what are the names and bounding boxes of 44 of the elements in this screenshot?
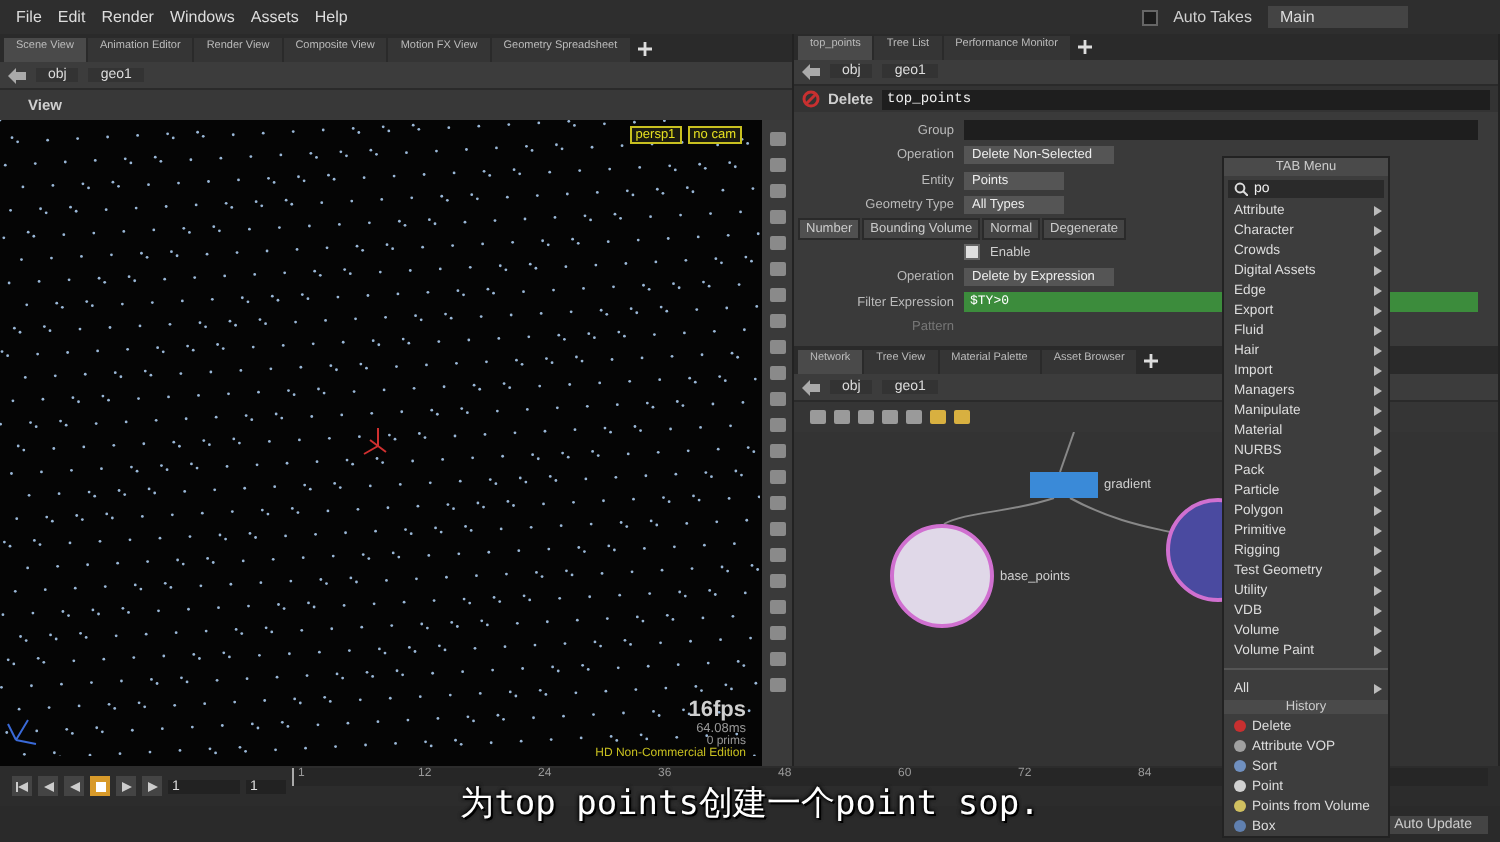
fps-readout: 16fps (688, 697, 746, 722)
node[interactable] (890, 524, 994, 628)
menu-item[interactable]: File (16, 8, 42, 26)
node-icon (1234, 820, 1246, 833)
playback-button[interactable] (12, 776, 32, 796)
playback-button[interactable] (116, 776, 136, 796)
menu-item[interactable]: Render (101, 8, 154, 26)
take-dropdown[interactable]: Main (1268, 6, 1408, 28)
triangle-icon (43, 781, 53, 791)
playback-button[interactable] (142, 776, 162, 796)
stop-square-icon (95, 781, 105, 791)
subtitle-caption: 为top points创建一个point sop. (460, 784, 1040, 824)
add-tab-icon[interactable] (1077, 39, 1092, 54)
back-arrow-icon[interactable] (802, 379, 820, 395)
wire (943, 497, 1055, 525)
enable-checkbox[interactable] (964, 244, 980, 261)
node-icon (1234, 800, 1246, 813)
skip-start-icon (16, 781, 28, 791)
add-tab-icon[interactable] (637, 42, 652, 56)
node-icon (1234, 780, 1246, 793)
menu-item[interactable]: Assets (250, 8, 299, 26)
menu-item[interactable]: Help (314, 8, 348, 26)
playback-button[interactable] (64, 776, 84, 796)
menu-item[interactable]: Edit (57, 8, 86, 26)
add-tab-icon[interactable] (1144, 354, 1159, 368)
group-field[interactable] (964, 120, 1478, 141)
delete-node-icon (802, 90, 820, 108)
triangle-icon (121, 781, 131, 791)
auto-takes-checkbox[interactable] (1141, 9, 1158, 25)
wire (1059, 432, 1075, 473)
node-icon (1234, 740, 1246, 753)
back-arrow-icon[interactable] (8, 67, 26, 83)
wire (1069, 497, 1171, 533)
back-arrow-icon[interactable] (802, 63, 820, 80)
submenu-arrow-icon (1374, 683, 1382, 694)
node-icon (1234, 720, 1246, 733)
node-icon (1234, 760, 1246, 773)
search-icon (1234, 182, 1248, 196)
playback-button[interactable] (38, 776, 58, 796)
menu-item[interactable]: Windows (169, 8, 235, 26)
auto-takes-label: Auto Takes (1173, 8, 1252, 26)
triangle-icon (147, 781, 157, 791)
triangle-icon (69, 781, 79, 791)
node[interactable] (1030, 472, 1098, 498)
